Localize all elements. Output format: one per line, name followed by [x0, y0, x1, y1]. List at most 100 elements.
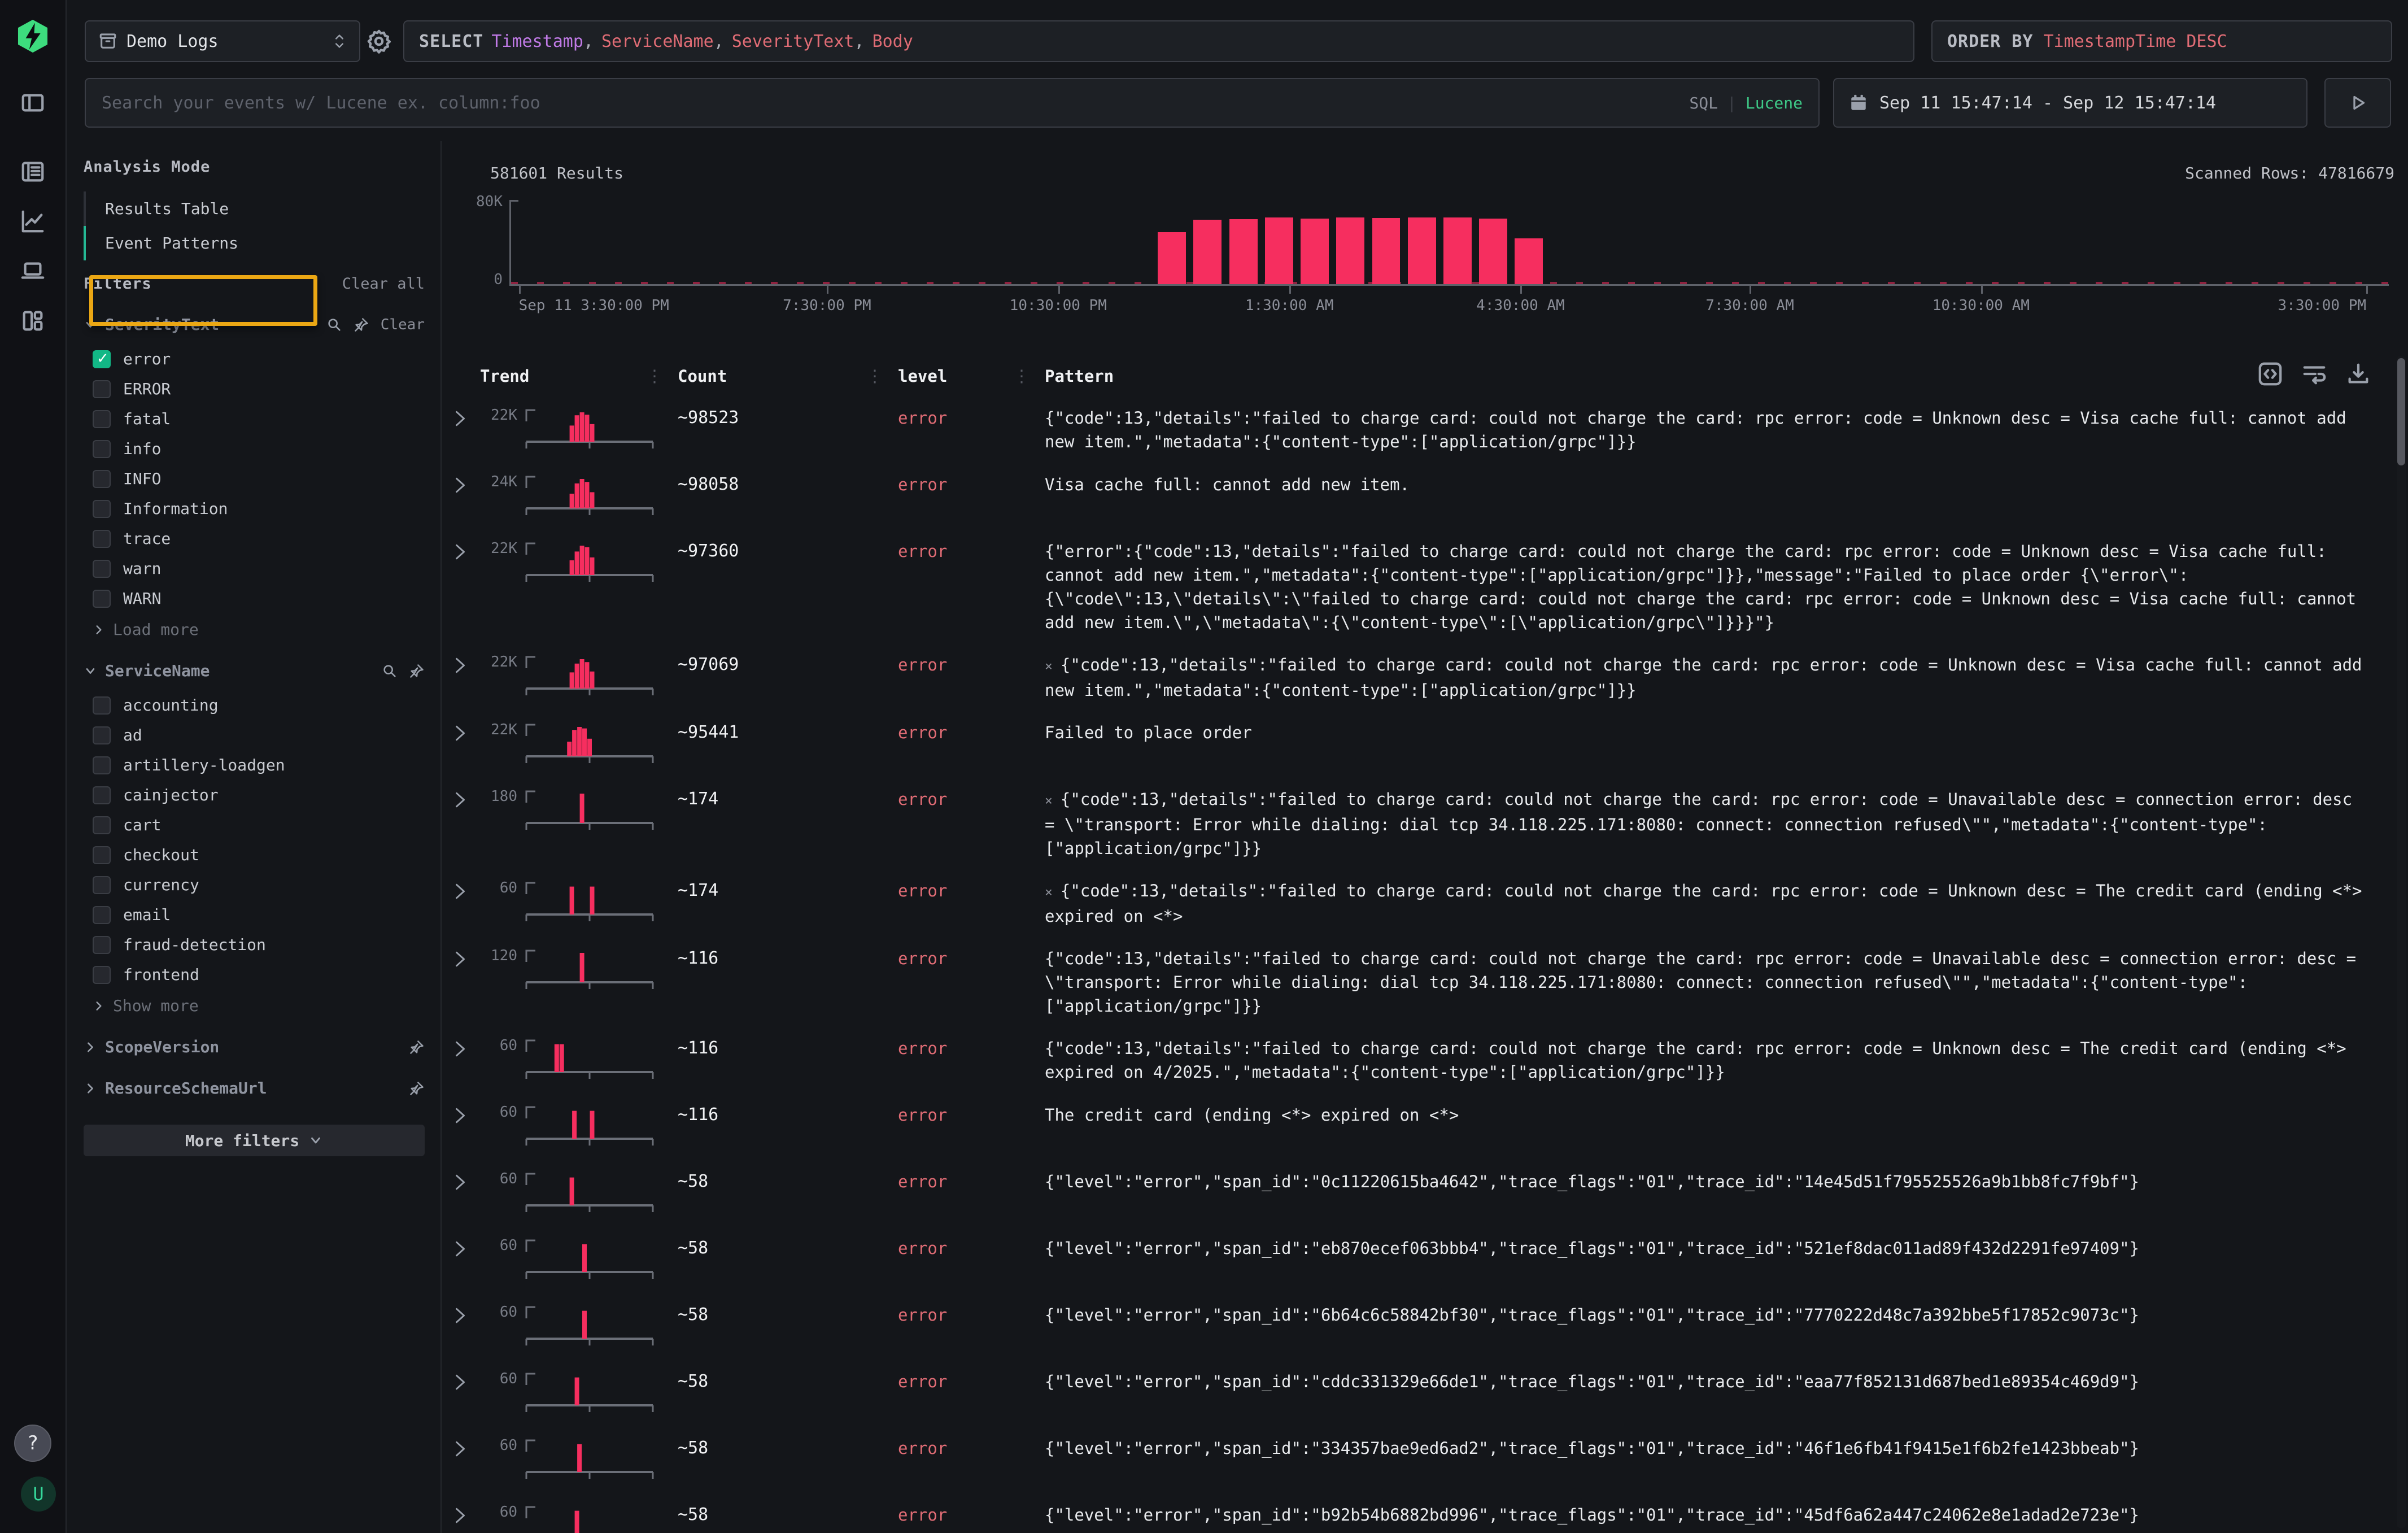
filter-option[interactable]: currency [84, 870, 425, 900]
pattern-row[interactable]: 60 ~58 error {"level":"error","span_id":… [443, 1289, 2391, 1356]
pattern-row[interactable]: 180 ~174 error ×{"code":13,"details":"fa… [443, 773, 2391, 865]
row-expand-chevron-icon[interactable] [453, 542, 480, 564]
filter-option[interactable]: INFO [84, 464, 425, 494]
filter-option[interactable]: accounting [84, 690, 425, 720]
order-by-input[interactable]: ORDER BY TimestampTime DESC [1931, 20, 2392, 62]
severitytext-group-header[interactable]: SeverityText Clear [84, 315, 425, 334]
run-query-button[interactable] [2324, 78, 2391, 128]
row-expand-chevron-icon[interactable] [453, 1506, 480, 1527]
checkbox[interactable] [93, 906, 111, 924]
checkbox[interactable] [93, 560, 111, 578]
more-filters-button[interactable]: More filters [84, 1125, 425, 1156]
mode-event-patterns[interactable]: Event Patterns [84, 226, 425, 260]
search-input[interactable]: Search your events w/ Lucene ex. column:… [85, 78, 1820, 128]
servicename-group-header[interactable]: ServiceName [84, 661, 425, 680]
date-range-picker[interactable]: Sep 11 15:47:14 - Sep 12 15:47:14 [1833, 78, 2307, 128]
checkbox[interactable] [93, 936, 111, 954]
col-header-pattern[interactable]: Pattern [1045, 367, 1114, 386]
pattern-row[interactable]: 24K ~98058 error Visa cache full: cannot… [443, 459, 2391, 525]
checkbox[interactable] [93, 786, 111, 804]
checkbox[interactable] [93, 470, 111, 488]
help-button[interactable]: ? [14, 1425, 51, 1462]
row-expand-chevron-icon[interactable] [453, 1039, 480, 1061]
row-expand-chevron-icon[interactable] [453, 790, 480, 812]
pattern-marker-x-icon[interactable]: × [1045, 885, 1053, 900]
filter-option[interactable]: info [84, 434, 425, 464]
checkbox[interactable] [93, 350, 111, 368]
filter-option[interactable]: ad [84, 720, 425, 750]
pin-icon[interactable] [409, 1081, 425, 1096]
row-expand-chevron-icon[interactable] [453, 1373, 480, 1394]
pattern-row[interactable]: 60 ~58 error {"level":"error","span_id":… [443, 1489, 2391, 1533]
sidebar-toggle-icon[interactable] [17, 87, 49, 119]
col-header-count[interactable]: Count [678, 367, 727, 386]
filter-option[interactable]: frontend [84, 960, 425, 990]
checkbox[interactable] [93, 966, 111, 984]
nav-sessions-icon[interactable] [17, 255, 49, 287]
checkbox[interactable] [93, 590, 111, 608]
row-expand-chevron-icon[interactable] [453, 409, 480, 430]
column-resize-handle[interactable]: ⋮ [1013, 367, 1030, 386]
row-expand-chevron-icon[interactable] [453, 656, 480, 677]
row-expand-chevron-icon[interactable] [453, 1106, 480, 1127]
checkbox[interactable] [93, 530, 111, 548]
checkbox[interactable] [93, 816, 111, 834]
pattern-row[interactable]: 22K ~97069 error ×{"code":13,"details":"… [443, 639, 2391, 707]
checkbox[interactable] [93, 876, 111, 894]
row-expand-chevron-icon[interactable] [453, 1239, 480, 1261]
nav-chart-explorer-icon[interactable] [17, 206, 49, 237]
app-logo-icon[interactable] [15, 18, 50, 54]
row-expand-chevron-icon[interactable] [453, 476, 480, 497]
row-expand-chevron-icon[interactable] [453, 1173, 480, 1194]
filter-option[interactable]: WARN [84, 583, 425, 613]
pattern-row[interactable]: 22K ~98523 error {"code":13,"details":"f… [443, 392, 2391, 459]
nav-search-logs-icon[interactable] [17, 156, 49, 188]
pattern-row[interactable]: 60 ~174 error ×{"code":13,"details":"fai… [443, 865, 2391, 933]
nav-dashboards-icon[interactable] [17, 305, 49, 337]
source-selector[interactable]: Demo Logs [85, 20, 360, 62]
filter-option[interactable]: fatal [84, 404, 425, 434]
source-settings-gear-icon[interactable] [366, 28, 392, 54]
pattern-marker-x-icon[interactable]: × [1045, 659, 1053, 674]
search-icon[interactable] [326, 317, 342, 333]
pattern-row[interactable]: 60 ~116 error The credit card (ending <*… [443, 1089, 2391, 1156]
scrollbar-thumb[interactable] [2397, 358, 2405, 465]
pattern-row[interactable]: 60 ~58 error {"level":"error","span_id":… [443, 1222, 2391, 1289]
row-expand-chevron-icon[interactable] [453, 724, 480, 745]
filter-option[interactable]: Information [84, 494, 425, 524]
severitytext-load-more[interactable]: Load more [84, 613, 425, 639]
filter-option[interactable]: cainjector [84, 780, 425, 810]
pattern-row[interactable]: 120 ~116 error {"code":13,"details":"fai… [443, 933, 2391, 1022]
checkbox[interactable] [93, 440, 111, 458]
checkbox[interactable] [93, 726, 111, 744]
pattern-marker-x-icon[interactable]: × [1045, 794, 1053, 808]
row-expand-chevron-icon[interactable] [453, 1306, 480, 1327]
checkbox[interactable] [93, 696, 111, 715]
filter-option[interactable]: warn [84, 554, 425, 583]
col-header-level[interactable]: level [898, 367, 947, 386]
pin-icon[interactable] [354, 317, 369, 333]
sql-toggle[interactable]: SQL [1689, 94, 1718, 112]
filter-option[interactable]: ERROR [84, 374, 425, 404]
checkbox[interactable] [93, 846, 111, 864]
filter-option[interactable]: error [84, 344, 425, 374]
checkbox[interactable] [93, 410, 111, 428]
filter-option[interactable]: email [84, 900, 425, 930]
clear-all-filters-button[interactable]: Clear all [342, 275, 425, 293]
checkbox[interactable] [93, 756, 111, 774]
pattern-row[interactable]: 60 ~58 error {"level":"error","span_id":… [443, 1422, 2391, 1489]
table-scrollbar[interactable] [2397, 356, 2406, 1528]
filter-option[interactable]: fraud-detection [84, 930, 425, 960]
mode-results-table[interactable]: Results Table [84, 191, 425, 226]
pin-icon[interactable] [409, 1039, 425, 1055]
scopeversion-group-header[interactable]: ScopeVersion [84, 1038, 425, 1056]
checkbox[interactable] [93, 380, 111, 398]
lucene-toggle[interactable]: Lucene [1746, 94, 1803, 112]
filter-option[interactable]: cart [84, 810, 425, 840]
pattern-row[interactable]: 60 ~58 error {"level":"error","span_id":… [443, 1356, 2391, 1422]
results-histogram[interactable]: 80K 0 Sep 11 3:30:00 PM7:30:00 PM10:30:0… [490, 191, 2393, 343]
select-clause-input[interactable]: SELECT Timestamp,ServiceName,SeverityTex… [403, 20, 1914, 62]
row-expand-chevron-icon[interactable] [453, 882, 480, 903]
pattern-row[interactable]: 60 ~116 error {"code":13,"details":"fail… [443, 1022, 2391, 1089]
filter-option[interactable]: trace [84, 524, 425, 554]
